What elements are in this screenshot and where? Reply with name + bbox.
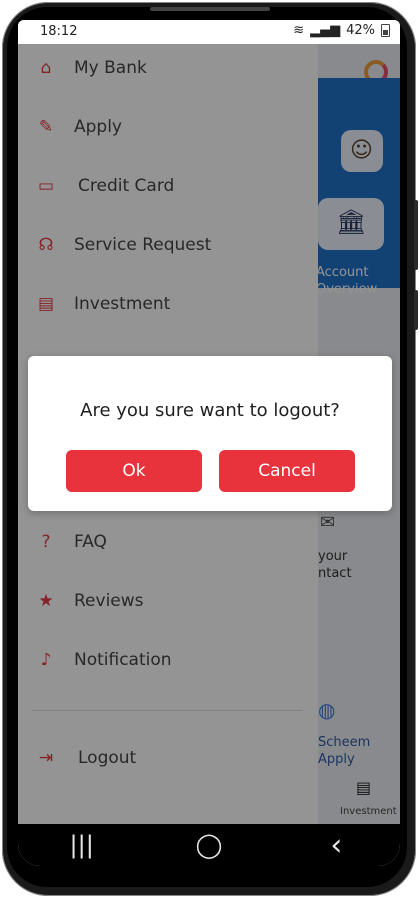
- back-button[interactable]: ‹: [306, 828, 366, 863]
- logout-dialog: Are you sure want to logout? Ok Cancel: [28, 356, 392, 511]
- signal-icon: ▂▄▆: [310, 23, 341, 38]
- volume-button: [414, 200, 418, 270]
- wifi-icon: ≋: [293, 23, 305, 38]
- home-button[interactable]: ◯: [179, 831, 239, 859]
- ok-button[interactable]: Ok: [66, 450, 202, 492]
- speaker-grille: [150, 7, 270, 11]
- dialog-message: Are you sure want to logout?: [80, 400, 340, 421]
- battery-icon: [381, 24, 390, 37]
- system-nav-bar: ||| ◯ ‹: [18, 824, 400, 866]
- cancel-button[interactable]: Cancel: [219, 450, 355, 492]
- status-bar: 18:12 ≋ ▂▄▆ 42%: [18, 20, 400, 44]
- battery-percent: 42%: [346, 23, 375, 38]
- status-time: 18:12: [40, 24, 78, 39]
- recent-apps-button[interactable]: |||: [52, 831, 112, 859]
- status-icons: ≋ ▂▄▆ 42%: [293, 23, 390, 38]
- power-button: [414, 290, 418, 330]
